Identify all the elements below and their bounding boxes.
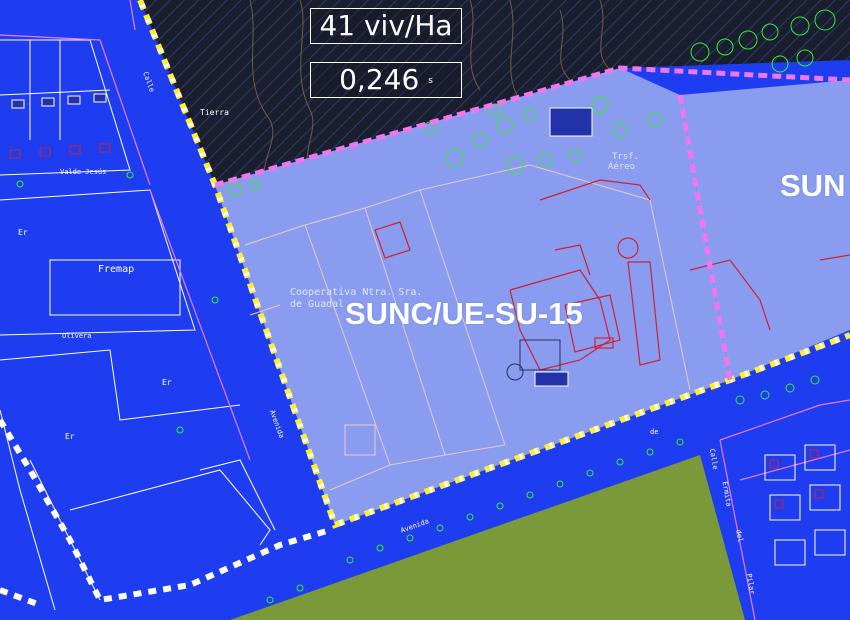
coop-label-line2: de Guadal [290, 299, 345, 310]
trsf-label-line2: Aéreo [608, 162, 636, 172]
boundary-white-left [0, 418, 331, 604]
zone-label-main[interactable]: SUNC/UE-SU-15 [345, 296, 583, 332]
coefficient-box: 0,246 s [310, 62, 462, 98]
street-de: de [650, 428, 659, 436]
zone-label-right[interactable]: SUN [780, 168, 845, 204]
density-value: 41 viv/Ha [319, 9, 453, 42]
urban-plan-map[interactable]: 41 viv/Ha 0,246 s SUNC/UE-SU-15 SUN Coop… [0, 0, 850, 620]
tierra-label: Tierra [200, 108, 229, 117]
trsf-label-line1: Trsf. [612, 152, 640, 162]
coefficient-unit: s [428, 76, 433, 86]
right-house-roofs [769, 449, 824, 509]
right-houses [764, 444, 846, 566]
er-label-1: Er [18, 228, 28, 237]
boundary-white-left2 [0, 587, 42, 608]
street-olivera: Olivera [62, 332, 92, 340]
density-box: 41 viv/Ha [310, 8, 462, 44]
er-label-2: Er [162, 378, 172, 387]
left-blue-markers [11, 93, 107, 109]
er-label-3: Er [65, 432, 75, 441]
fremap-label: Fremap [98, 264, 135, 275]
coop-label-line1: Cooperativa Ntra. Sra. [290, 287, 423, 298]
street-valdejesus: Valde Jesús [60, 168, 107, 176]
coefficient-value: 0,246 [339, 63, 420, 96]
left-red-markers [9, 143, 111, 159]
